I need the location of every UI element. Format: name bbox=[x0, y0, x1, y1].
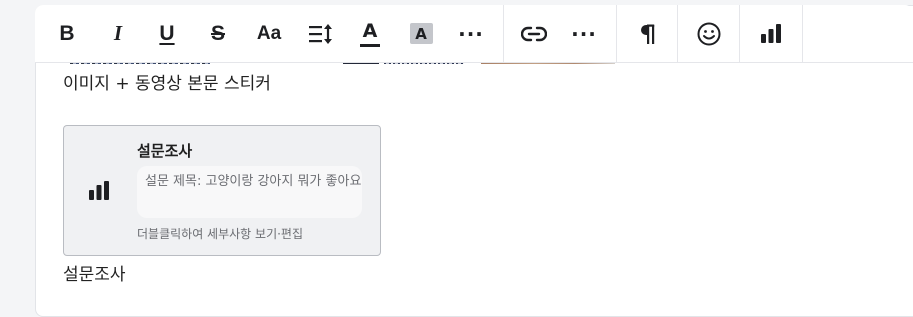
strikethrough-button[interactable]: S bbox=[193, 5, 243, 62]
bold-button[interactable]: B bbox=[42, 5, 92, 62]
italic-button[interactable]: I bbox=[93, 5, 143, 62]
font-color-bar bbox=[360, 44, 380, 47]
formatting-toolbar: B I U S Aa A A ··· ··· bbox=[35, 5, 913, 63]
toolbar-divider bbox=[503, 5, 504, 62]
toolbar-divider bbox=[802, 5, 803, 62]
bar-chart-icon bbox=[89, 181, 109, 200]
emoji-icon bbox=[697, 22, 721, 45]
toolbar-divider bbox=[677, 5, 678, 62]
background-color-icon: A bbox=[409, 23, 433, 44]
link-icon bbox=[521, 26, 547, 41]
italic-icon: I bbox=[113, 21, 123, 45]
background-color-button[interactable]: A bbox=[396, 5, 446, 62]
more-icon: ··· bbox=[458, 21, 484, 46]
more-icon: ··· bbox=[571, 21, 597, 46]
font-size-icon: Aa bbox=[256, 23, 282, 44]
strikethrough-icon: S bbox=[210, 22, 225, 45]
emoji-button[interactable] bbox=[684, 5, 734, 62]
font-size-button[interactable]: Aa bbox=[244, 5, 294, 62]
underline-icon: U bbox=[159, 22, 175, 45]
poll-button[interactable] bbox=[746, 5, 796, 62]
font-color-letter: A bbox=[362, 20, 378, 42]
more-text-options-button[interactable]: ··· bbox=[446, 5, 496, 62]
toolbar-divider bbox=[616, 5, 617, 62]
underline-button[interactable]: U bbox=[142, 5, 192, 62]
poll-card[interactable]: 설문조사 설문 제목: 고양이랑 강아지 뭐가 좋아요 더블클릭하여 세부사항 … bbox=[63, 125, 381, 256]
line-height-icon bbox=[309, 23, 332, 44]
poll-question: 설문 제목: 고양이랑 강아지 뭐가 좋아요 bbox=[137, 166, 362, 218]
poll-title: 설문조사 bbox=[137, 142, 193, 160]
poll-caption[interactable]: 설문조사 bbox=[63, 260, 126, 285]
link-button[interactable] bbox=[509, 5, 559, 62]
bar-chart-icon bbox=[761, 23, 781, 43]
font-color-icon: A bbox=[360, 20, 380, 47]
paragraph-button[interactable] bbox=[623, 5, 673, 62]
bold-icon: B bbox=[59, 22, 75, 45]
media-sticker-caption[interactable]: 이미지 + 동영상 본문 스티커 bbox=[63, 69, 271, 94]
paragraph-icon bbox=[641, 24, 655, 44]
toolbar-divider bbox=[739, 5, 740, 62]
font-color-button[interactable]: A bbox=[345, 5, 395, 62]
line-height-button[interactable] bbox=[295, 5, 345, 62]
more-insert-options-button[interactable]: ··· bbox=[559, 5, 609, 62]
poll-hint: 더블클릭하여 세부사항 보기·편집 bbox=[137, 227, 304, 241]
